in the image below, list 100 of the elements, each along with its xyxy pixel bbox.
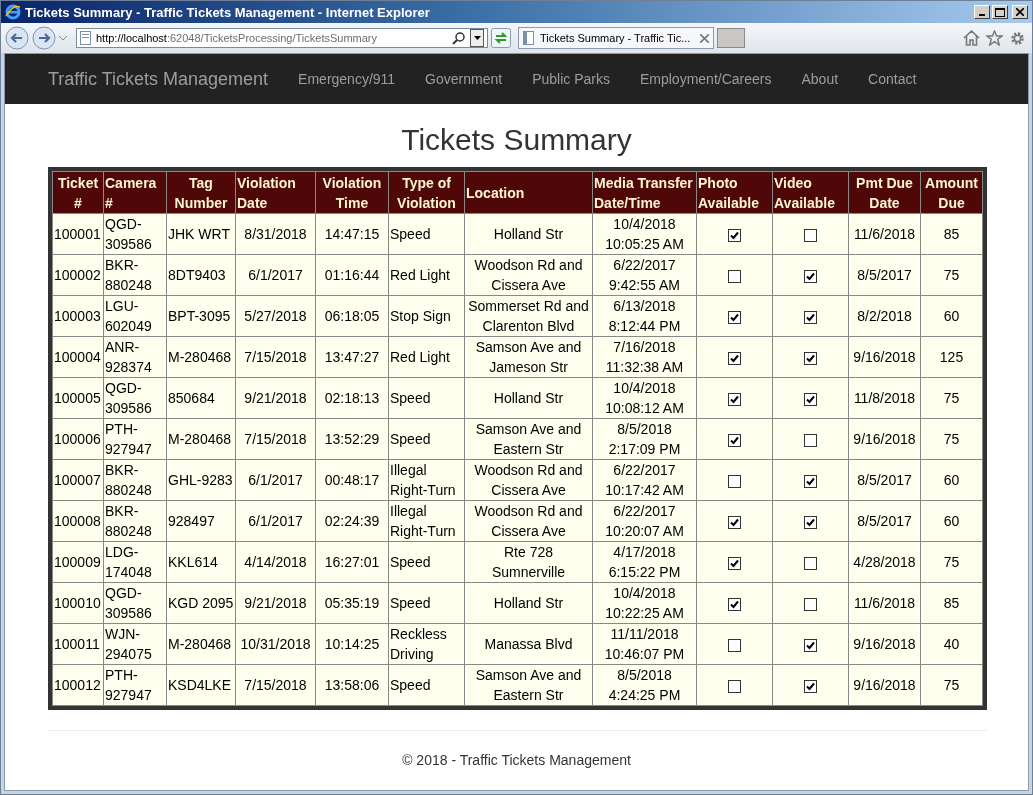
checkbox[interactable] — [804, 474, 817, 488]
table-cell: 7/15/2018 — [235, 336, 316, 378]
table-cell: Red Light — [388, 254, 465, 296]
checkbox[interactable] — [728, 556, 741, 570]
table-cell: Speed — [388, 213, 465, 255]
back-button[interactable] — [5, 26, 29, 50]
table-cell: 6/1/2017 — [235, 459, 316, 501]
table-cell: Speed — [388, 582, 465, 624]
nav-link[interactable]: Contact — [853, 71, 932, 87]
table-cell: 4/14/2018 — [235, 541, 316, 583]
table-cell: BKR-880248 — [103, 500, 167, 542]
table-cell: 00:48:17 — [315, 459, 389, 501]
checkbox[interactable] — [728, 638, 741, 652]
table-cell: 6/1/2017 — [235, 500, 316, 542]
table-cell: 100011 — [52, 623, 104, 665]
table-cell: 06:18:05 — [315, 295, 389, 337]
star-icon[interactable] — [986, 29, 1003, 46]
checkbox[interactable] — [804, 638, 817, 652]
table-cell: Speed — [388, 541, 465, 583]
checkbox[interactable] — [804, 269, 817, 283]
checkbox[interactable] — [728, 474, 741, 488]
table-cell: 100005 — [52, 377, 104, 419]
nav-link[interactable]: Government — [410, 71, 518, 87]
table-cell: 75 — [920, 418, 983, 460]
checkbox[interactable] — [728, 228, 741, 242]
checkbox[interactable] — [728, 351, 741, 365]
table-cell: 125 — [920, 336, 983, 378]
nav-link[interactable]: Public Parks — [517, 71, 625, 87]
nav-link[interactable]: Employment/Careers — [624, 71, 787, 87]
minimize-button[interactable] — [974, 5, 990, 19]
nav-link[interactable]: Emergency/911 — [283, 71, 411, 87]
forward-button[interactable] — [32, 26, 56, 50]
table-cell: Samson Ave and Jameson Str — [464, 336, 593, 378]
table-cell: 10:14:25 — [315, 623, 389, 665]
table-cell: Woodson Rd and Cissera Ave — [464, 500, 593, 542]
table-cell: Speed — [388, 418, 465, 460]
table-cell: 75 — [920, 664, 983, 706]
table-cell: LGU-602049 — [103, 295, 167, 337]
caret-icon[interactable] — [59, 35, 67, 41]
table-cell: 5/27/2018 — [235, 295, 316, 337]
dropdown-button[interactable] — [470, 29, 484, 47]
refresh-button[interactable] — [491, 28, 511, 48]
table-cell: QGD-309586 — [103, 377, 167, 419]
table-cell: 100004 — [52, 336, 104, 378]
checkbox[interactable] — [804, 310, 817, 324]
column-header: Media Transfer Date/Time — [592, 171, 697, 214]
checkbox[interactable] — [804, 433, 817, 447]
column-header: Ticket # — [52, 171, 104, 214]
table-cell: 7/16/2018 11:32:38 AM — [592, 336, 697, 378]
table-cell: 8/31/2018 — [235, 213, 316, 255]
table-cell: 7/15/2018 — [235, 418, 316, 460]
column-header: Photo Available — [696, 171, 773, 214]
table-cell: 100003 — [52, 295, 104, 337]
checkbox[interactable] — [728, 269, 741, 283]
table-cell: 75 — [920, 377, 983, 419]
table-cell: 8/5/2017 — [848, 459, 921, 501]
table-cell: 100009 — [52, 541, 104, 583]
checkbox[interactable] — [728, 515, 741, 529]
table-cell: 10/4/2018 10:05:25 AM — [592, 213, 697, 255]
table-cell: 01:16:44 — [315, 254, 389, 296]
table-cell: 8/5/2018 4:24:25 PM — [592, 664, 697, 706]
checkbox[interactable] — [804, 515, 817, 529]
table-cell: QGD-309586 — [103, 582, 167, 624]
table-cell: 60 — [920, 295, 983, 337]
site-brand[interactable]: Traffic Tickets Management — [48, 68, 269, 90]
table-cell: PTH-927947 — [103, 664, 167, 706]
checkbox[interactable] — [804, 351, 817, 365]
browser-tab[interactable]: Tickets Summary - Traffic Tic... — [518, 27, 714, 49]
checkbox[interactable] — [728, 433, 741, 447]
table-cell: 60 — [920, 500, 983, 542]
column-header: Tag Number — [166, 171, 236, 214]
table-cell: 9/16/2018 — [848, 664, 921, 706]
caret-icon — [473, 36, 481, 40]
checkbox[interactable] — [728, 392, 741, 406]
table-cell: 11/6/2018 — [848, 582, 921, 624]
column-header: Violation Date — [235, 171, 316, 214]
table-cell: 9/16/2018 — [848, 623, 921, 665]
checkbox[interactable] — [728, 310, 741, 324]
table-cell: 100007 — [52, 459, 104, 501]
checkbox[interactable] — [804, 679, 817, 693]
home-icon[interactable] — [963, 29, 980, 46]
table-cell: Sommerset Rd and Clarenton Blvd — [464, 295, 593, 337]
table-cell: 4/28/2018 — [848, 541, 921, 583]
table-cell: M-280468 — [166, 418, 236, 460]
checkbox[interactable] — [804, 597, 817, 611]
checkbox[interactable] — [804, 556, 817, 570]
close-icon[interactable] — [700, 33, 709, 43]
address-field[interactable]: http://localhost:62048/TicketsProcessing/TicketsSummary — [76, 28, 488, 48]
checkbox[interactable] — [804, 392, 817, 406]
search-icon[interactable] — [452, 31, 466, 45]
nav-link[interactable]: About — [786, 71, 854, 87]
maximize-button[interactable] — [992, 5, 1008, 19]
checkbox[interactable] — [804, 228, 817, 242]
settings-icon[interactable] — [1009, 29, 1026, 47]
checkbox[interactable] — [728, 679, 741, 693]
column-header: Type of Violation — [388, 171, 465, 214]
close-button[interactable] — [1012, 5, 1028, 19]
checkbox[interactable] — [728, 597, 741, 611]
table-cell: 100002 — [52, 254, 104, 296]
close-icon — [1016, 8, 1024, 16]
